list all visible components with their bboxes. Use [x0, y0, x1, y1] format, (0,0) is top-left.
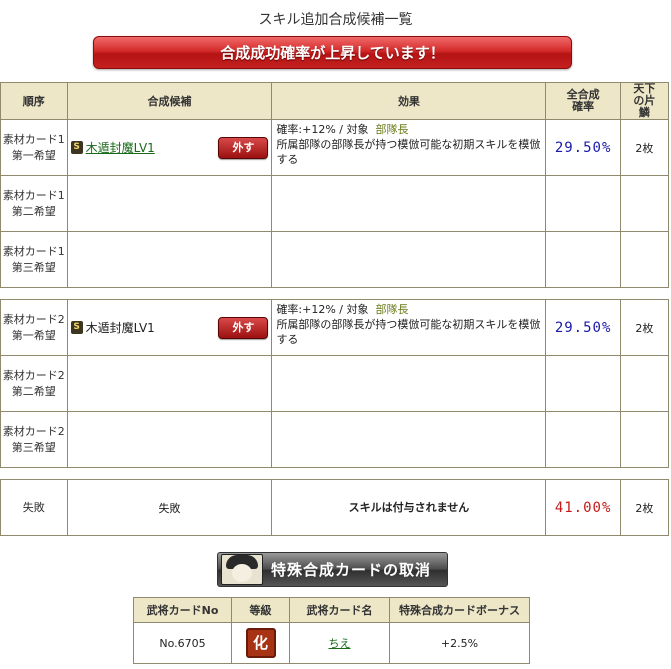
effect-cell: 確率:+12% / 対象 部隊長所属部隊の部隊長が持つ模倣可能な初期スキルを模倣…	[271, 119, 547, 176]
effect-target: 部隊長	[375, 123, 409, 136]
order-cell: 素材カード2 第三希望	[0, 411, 68, 468]
effect-cell	[271, 411, 547, 468]
order-line2: 第一希望	[11, 148, 56, 162]
page-title: スキル追加合成候補一覧	[258, 12, 413, 28]
pieces-cell	[619, 231, 670, 288]
card-name-cell: ちえ	[289, 622, 390, 664]
fail-order-cell: 失敗	[0, 479, 68, 536]
header-grade: 等級	[231, 597, 290, 623]
special-card-table: 武将カードNo 等級 武将カード名 特殊合成カードボーナス No.6705 化 …	[133, 597, 530, 664]
order-line2: 第二希望	[11, 204, 56, 218]
cancel-special-card-label: 特殊合成カードの取消	[271, 561, 432, 579]
pieces-cell	[619, 411, 670, 468]
fail-row: 失敗 失敗 スキルは付与されません 41.00% 2枚	[0, 479, 670, 536]
candidate-cell: S 木遁封魔LV1 外す	[66, 299, 273, 356]
effect-cell	[271, 175, 547, 232]
order-cell: 素材カード1 第二希望	[0, 175, 68, 232]
header-order: 順序	[0, 82, 68, 120]
header-card-no: 武将カードNo	[133, 597, 232, 623]
effect-line1: 確率:+12% / 対象	[276, 303, 369, 316]
remove-button[interactable]: 外す	[218, 316, 269, 339]
effect-cell	[271, 355, 547, 412]
header-pieces: 天下の片鱗	[619, 82, 670, 120]
remove-button[interactable]: 外す	[218, 136, 269, 159]
order-line2: 第二希望	[11, 384, 56, 398]
header-rate-label: 全合成確率	[566, 88, 600, 113]
effect-target: 部隊長	[375, 303, 409, 316]
header-bonus: 特殊合成カードボーナス	[389, 597, 530, 623]
special-card-row: No.6705 化 ちえ +2.5%	[133, 622, 530, 664]
table-row: 素材カード2 第二希望	[0, 355, 670, 412]
candidate-cell: S 木遁封魔LV1 外す	[66, 119, 273, 176]
rate-cell	[545, 231, 621, 288]
order-cell: 素材カード1 第三希望	[0, 231, 68, 288]
candidate-cell[interactable]	[66, 231, 273, 288]
order-line1: 素材カード2	[2, 368, 65, 382]
card-portrait-icon	[221, 554, 263, 585]
candidate-cell[interactable]	[66, 355, 273, 412]
effect-line1: 確率:+12% / 対象	[276, 123, 369, 136]
header-candidate: 合成候補	[66, 82, 273, 120]
table-gap	[0, 287, 669, 300]
candidate-cell[interactable]	[66, 411, 273, 468]
effect-cell	[271, 231, 547, 288]
effect-line2: 所属部隊の部隊長が持つ模倣可能な初期スキルを模倣する	[276, 138, 541, 166]
rate-cell	[545, 355, 621, 412]
skill-rank-icon: S	[70, 141, 83, 154]
order-line1: 素材カード1	[2, 132, 65, 146]
order-line1: 素材カード2	[2, 312, 65, 326]
effect-cell: 確率:+12% / 対象 部隊長所属部隊の部隊長が持つ模倣可能な初期スキルを模倣…	[271, 299, 547, 356]
table-row: 素材カード1 第三希望	[0, 231, 670, 288]
rate-cell: 29.50%	[545, 119, 621, 176]
header-rate: 全合成確率	[545, 82, 621, 120]
candidate-table: 順序 合成候補 効果 全合成確率 天下の片鱗 素材カード1 第一希望 S 木遁封魔L…	[0, 82, 670, 536]
pieces-cell	[619, 175, 670, 232]
grade-badge: 化	[245, 628, 276, 658]
fail-rate-cell: 41.00%	[545, 479, 621, 536]
skill-link[interactable]: 木遁封魔LV1	[86, 139, 155, 156]
table-row: 素材カード1 第二希望	[0, 175, 670, 232]
skill-name: 木遁封魔LV1	[85, 321, 155, 335]
table-row: 素材カード2 第一希望 S 木遁封魔LV1 外す 確率:+12% / 対象 部隊長所…	[0, 299, 670, 356]
order-cell: 素材カード2 第一希望	[0, 299, 68, 356]
cancel-special-card-button[interactable]: 特殊合成カードの取消	[217, 552, 448, 587]
order-line2: 第三希望	[11, 440, 56, 454]
skill-rank-icon: S	[70, 321, 83, 334]
order-cell: 素材カード2 第二希望	[0, 355, 68, 412]
rate-cell: 29.50%	[545, 299, 621, 356]
success-rate-banner: 合成成功確率が上昇しています！	[93, 36, 572, 69]
table-row: 素材カード2 第三希望	[0, 411, 670, 468]
fail-pieces-cell: 2枚	[619, 479, 670, 536]
order-line1: 素材カード2	[2, 424, 65, 438]
header-pieces-label: 天下の片鱗	[633, 82, 656, 119]
order-cell: 素材カード1 第一希望	[0, 119, 68, 176]
order-line2: 第三希望	[11, 260, 56, 274]
table-header-row: 順序 合成候補 効果 全合成確率 天下の片鱗	[0, 82, 670, 120]
order-line1: 素材カード1	[2, 188, 65, 202]
special-header-row: 武将カードNo 等級 武将カード名 特殊合成カードボーナス	[133, 597, 530, 623]
grade-cell: 化	[231, 622, 290, 664]
table-row: 素材カード1 第一希望 S 木遁封魔LV1 外す 確率:+12% / 対象 部隊長所…	[0, 119, 670, 176]
card-no-cell: No.6705	[133, 622, 232, 664]
pieces-cell: 2枚	[619, 299, 670, 356]
table-gap	[0, 467, 669, 480]
candidate-cell[interactable]	[66, 175, 273, 232]
fail-effect-cell: スキルは付与されません	[271, 479, 547, 536]
bonus-cell: +2.5%	[389, 622, 530, 664]
header-effect: 効果	[271, 82, 547, 120]
rate-cell	[545, 175, 621, 232]
header-card-name: 武将カード名	[289, 597, 390, 623]
order-line2: 第一希望	[11, 328, 56, 342]
pieces-cell	[619, 355, 670, 412]
pieces-cell: 2枚	[619, 119, 670, 176]
effect-line2: 所属部隊の部隊長が持つ模倣可能な初期スキルを模倣する	[276, 318, 541, 346]
order-line1: 素材カード1	[2, 244, 65, 258]
card-name-link[interactable]: ちえ	[329, 637, 351, 650]
rate-cell	[545, 411, 621, 468]
fail-candidate-cell: 失敗	[66, 479, 273, 536]
